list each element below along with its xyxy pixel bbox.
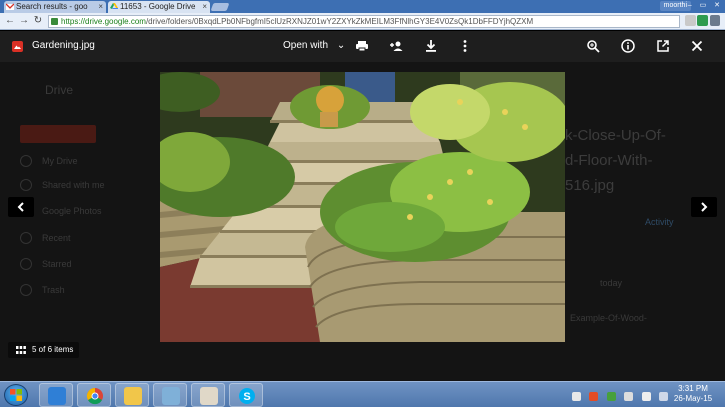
gmail-icon <box>5 3 15 11</box>
system-tray <box>572 388 672 402</box>
bookmark-star-icon[interactable] <box>685 15 696 26</box>
start-button[interactable] <box>4 384 28 406</box>
chrome-menu-icon[interactable] <box>710 15 720 26</box>
browser-toolbar: ← → ↻ https://drive.google.com/drive/fol… <box>0 13 725 30</box>
clock-time: 3:31 PM <box>678 384 708 393</box>
browser-tabstrip: Search results - goo × 11653 - Google Dr… <box>0 0 725 13</box>
activity-tab: Activity <box>645 217 674 227</box>
activity-line: Example-Of-Wood- <box>570 313 647 323</box>
back-icon[interactable]: ← <box>4 15 16 27</box>
windows-taskbar: S 3:31 PM 26-May-15 <box>0 381 725 407</box>
chevron-down-icon: ⌄ <box>336 40 346 51</box>
tray-chrome-icon[interactable] <box>589 392 599 401</box>
tray-volume-icon[interactable] <box>641 392 651 401</box>
add-person-icon[interactable] <box>389 38 405 54</box>
item-counter-label: 5 of 6 items <box>32 345 74 354</box>
image-file-icon <box>12 41 23 52</box>
folder-icon <box>124 387 142 405</box>
drive-icon <box>110 3 118 11</box>
url-path: /drive/folders/0BxqdLPb0NFbgfmI5clUzRXNJ… <box>145 17 534 26</box>
lock-icon <box>51 18 58 25</box>
drive-preview-overlay: Drive My Drive Shared with me Google Pho… <box>0 31 725 381</box>
download-icon[interactable] <box>423 38 439 54</box>
close-tab-icon[interactable]: × <box>98 1 103 13</box>
close-tab-icon[interactable]: × <box>202 1 207 13</box>
open-new-window-icon[interactable] <box>655 38 671 54</box>
file-name: Gardening.jpg <box>32 40 95 51</box>
open-with-button[interactable]: Open with ⌄ <box>283 40 345 51</box>
viewer-toolbar: Gardening.jpg Open with ⌄ <box>0 31 725 62</box>
sidebar-item-photos: Google Photos <box>42 206 102 216</box>
chrome-icon <box>86 387 103 405</box>
item-counter-button[interactable]: 5 of 6 items <box>8 342 80 358</box>
taskbar-clock[interactable]: 3:31 PM 26-May-15 <box>665 384 721 404</box>
chevron-right-icon <box>701 202 708 212</box>
url-scheme: https:// <box>61 17 86 26</box>
grid-icon <box>16 346 26 354</box>
close-icon[interactable] <box>689 38 705 54</box>
taskbar-app-4[interactable] <box>153 383 187 407</box>
taskbar-paint[interactable] <box>191 383 225 407</box>
taskbar-app-1[interactable] <box>39 383 73 407</box>
sidebar-item-shared: Shared with me <box>42 180 105 190</box>
drive-app-name: Drive <box>45 83 74 97</box>
sidebar-item-trash: Trash <box>42 285 65 295</box>
url-host: drive.google.com <box>85 17 146 26</box>
sidebar-item-starred: Starred <box>42 259 72 269</box>
skype-icon: S <box>239 388 255 404</box>
windows-logo-icon <box>10 389 22 401</box>
my-drive-icon <box>20 155 32 167</box>
zoom-icon[interactable] <box>585 38 601 54</box>
taskbar-explorer[interactable] <box>115 383 149 407</box>
app-icon <box>162 387 180 405</box>
more-vert-icon[interactable] <box>457 38 473 54</box>
extension-icon[interactable] <box>697 15 708 26</box>
print-icon[interactable] <box>354 38 370 54</box>
svg-text:S: S <box>243 391 250 403</box>
info-icon[interactable] <box>620 38 636 54</box>
sidebar-item-recent: Recent <box>42 233 71 243</box>
detail-title-line: d-Floor-With- <box>565 152 653 169</box>
paint-icon <box>200 387 218 405</box>
forward-icon[interactable]: → <box>18 15 30 27</box>
clock-date: 26-May-15 <box>673 394 713 403</box>
reload-icon[interactable]: ↻ <box>32 15 44 27</box>
activity-line: today <box>600 278 623 288</box>
tray-network-icon[interactable] <box>624 392 634 401</box>
taskbar-skype[interactable]: S <box>229 383 263 407</box>
taskbar-chrome[interactable] <box>77 383 111 407</box>
tab-search-results[interactable]: Search results - goo × <box>4 1 106 13</box>
shared-icon <box>20 179 32 191</box>
detail-title-line: k-Close-Up-Of- <box>565 127 666 144</box>
detail-title-line: 516.jpg <box>565 177 615 194</box>
tab-label: 11653 - Google Drive <box>120 2 196 11</box>
profile-button[interactable]: moorthi <box>659 1 691 11</box>
garden-photo <box>160 72 565 342</box>
tab-label: Search results - goo <box>16 2 88 11</box>
starred-icon <box>20 258 32 270</box>
window-controls[interactable]: – ▭ ✕ <box>688 1 723 9</box>
sidebar-item-my-drive: My Drive <box>42 156 78 166</box>
new-button <box>20 125 96 143</box>
new-tab-button[interactable] <box>210 3 230 11</box>
tab-google-drive[interactable]: 11653 - Google Drive × <box>108 1 210 13</box>
open-with-label: Open with <box>283 40 329 51</box>
tray-up-icon[interactable] <box>572 392 581 401</box>
preview-image <box>160 72 565 342</box>
recent-icon <box>20 232 32 244</box>
chevron-left-icon <box>17 202 24 212</box>
previous-arrow-button[interactable] <box>8 197 34 217</box>
next-arrow-button[interactable] <box>691 197 717 217</box>
trash-icon <box>20 284 32 296</box>
address-bar[interactable]: https://drive.google.com/drive/folders/0… <box>48 15 680 28</box>
app-icon <box>48 387 66 405</box>
tray-app-icon[interactable] <box>606 392 616 401</box>
screen: Search results - goo × 11653 - Google Dr… <box>0 0 725 407</box>
